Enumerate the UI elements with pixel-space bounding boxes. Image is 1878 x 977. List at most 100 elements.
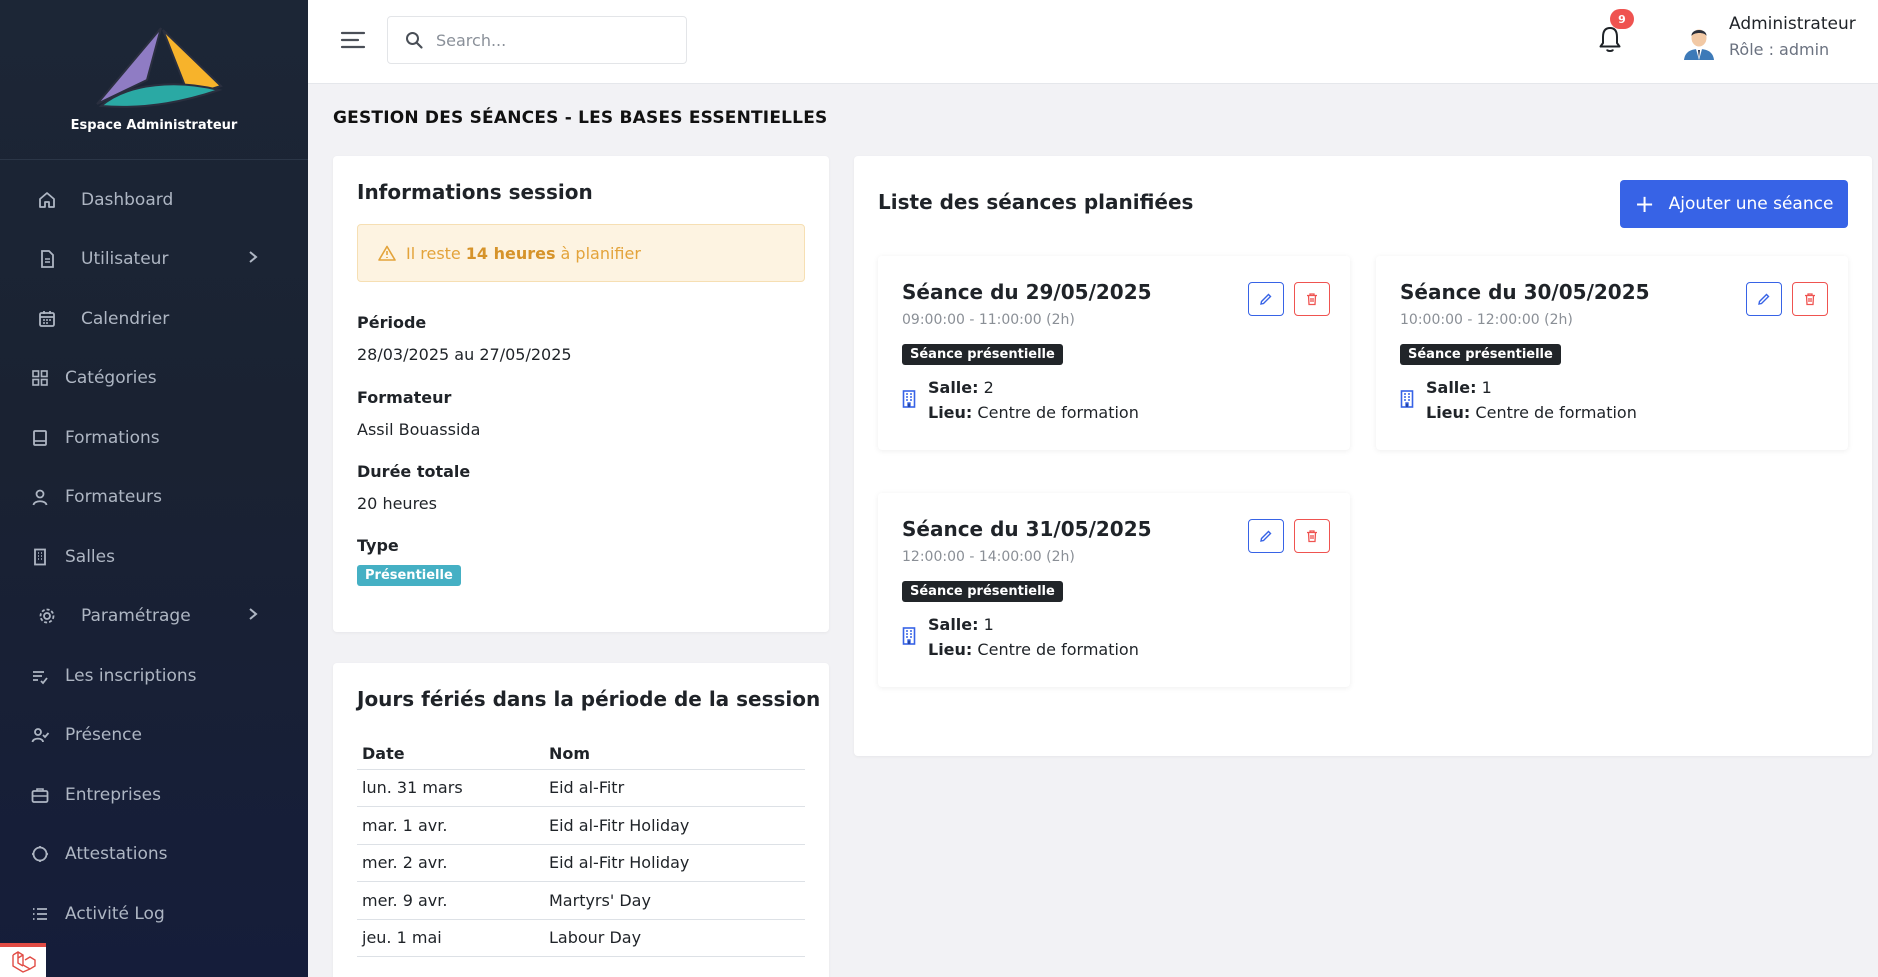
seance-card: Séance du 31/05/2025 12:00:00 - 14:00:00… xyxy=(878,493,1350,687)
sidebar-item-dashboard[interactable]: Dashboard xyxy=(0,170,308,230)
table-header-row: Date Nom xyxy=(357,739,805,770)
remaining-hours-alert: Il reste 14 heures à planifier xyxy=(357,224,805,282)
sidebar-item-utilisateur[interactable]: Utilisateur xyxy=(0,230,308,290)
add-seance-label: Ajouter une séance xyxy=(1668,194,1834,214)
seance-type-badge: Séance présentielle xyxy=(902,344,1063,365)
search-icon xyxy=(404,30,424,50)
sidebar-item-formateurs[interactable]: Formateurs xyxy=(0,468,308,528)
holiday-name: Labour Day xyxy=(544,919,805,957)
add-seance-button[interactable]: + Ajouter une séance xyxy=(1620,180,1848,228)
pencil-icon xyxy=(1260,530,1272,542)
holiday-date: jeu. 1 mai xyxy=(357,919,544,957)
building-icon xyxy=(30,547,50,567)
avatar[interactable] xyxy=(1678,20,1720,62)
delete-seance-button[interactable] xyxy=(1792,282,1828,316)
trash-icon xyxy=(1307,293,1317,306)
salle-value: 1 xyxy=(1481,378,1492,397)
salle-value: 1 xyxy=(983,615,994,634)
session-info-card: Informations session Il reste 14 heures … xyxy=(333,156,829,632)
pencil-icon xyxy=(1260,293,1272,305)
laravel-debugbar-icon[interactable] xyxy=(0,943,46,977)
holidays-card: Jours fériés dans la période de la sessi… xyxy=(333,663,829,977)
table-row: mar. 1 avr. Eid al-Fitr Holiday xyxy=(357,806,805,845)
building-icon xyxy=(902,390,916,412)
delete-seance-button[interactable] xyxy=(1294,519,1330,553)
seance-time: 10:00:00 - 12:00:00 (2h) xyxy=(1400,312,1573,328)
plus-icon: + xyxy=(1634,190,1655,218)
sidebar-item-label: Dashboard xyxy=(81,189,174,210)
holiday-date: lun. 31 mars xyxy=(357,769,544,807)
holiday-name: Eid al-Fitr xyxy=(544,769,805,807)
sidebar-item-calendrier[interactable]: Calendrier xyxy=(0,289,308,349)
alert-highlight: 14 heures xyxy=(465,243,556,263)
seance-salle: Salle: 1 xyxy=(1426,378,1492,397)
sidebar-item-salles[interactable]: Salles xyxy=(0,527,308,587)
lieu-label: Lieu: xyxy=(928,640,973,659)
badge-icon xyxy=(30,844,50,864)
seance-time: 12:00:00 - 14:00:00 (2h) xyxy=(902,549,1075,565)
calendar-icon xyxy=(37,309,57,329)
sidebar-item-label: Entreprises xyxy=(65,784,161,805)
sidebar-item-label: Salles xyxy=(65,546,115,567)
sidebar-item-label: Catégories xyxy=(65,368,157,389)
menu-toggle-icon[interactable] xyxy=(340,28,368,52)
sidebar-item-entreprises[interactable]: Entreprises xyxy=(0,765,308,825)
seance-time: 09:00:00 - 11:00:00 (2h) xyxy=(902,312,1075,328)
sidebar-item-parametrage[interactable]: Paramétrage xyxy=(0,587,308,647)
type-label: Type xyxy=(357,536,399,555)
seances-card: Liste des séances planifiées + Ajouter u… xyxy=(854,156,1872,756)
brand: Espace Administrateur xyxy=(0,0,308,160)
chevron-right-icon xyxy=(248,606,258,626)
seance-title: Séance du 30/05/2025 xyxy=(1400,280,1650,304)
sidebar-item-categories[interactable]: Catégories xyxy=(0,349,308,409)
seance-type-badge: Séance présentielle xyxy=(902,581,1063,602)
sidebar-item-label: Utilisateur xyxy=(81,249,169,270)
sidebar-item-label: Formations xyxy=(65,427,160,448)
user-check-icon xyxy=(30,725,50,745)
sidebar-item-formations[interactable]: Formations xyxy=(0,408,308,468)
seance-card: Séance du 29/05/2025 09:00:00 - 11:00:00… xyxy=(878,256,1350,450)
sidebar-item-label: Paramétrage xyxy=(81,606,191,627)
holiday-date: mer. 2 avr. xyxy=(357,844,544,882)
holidays-table: Date Nom lun. 31 mars Eid al-Fitr mar. 1… xyxy=(357,739,805,957)
salle-label: Salle: xyxy=(1426,378,1477,397)
book-icon xyxy=(30,428,50,448)
sidebar-item-presence[interactable]: Présence xyxy=(0,706,308,766)
seance-salle: Salle: 1 xyxy=(928,615,994,634)
grid-icon xyxy=(30,368,50,388)
formateur-value: Assil Bouassida xyxy=(357,420,481,439)
periode-label: Période xyxy=(357,313,427,332)
holiday-date: mer. 9 avr. xyxy=(357,881,544,920)
alert-suffix: à planifier xyxy=(560,243,641,263)
sidebar-item-label: Formateurs xyxy=(65,487,162,508)
list-check-icon xyxy=(30,666,50,686)
delete-seance-button[interactable] xyxy=(1294,282,1330,316)
gear-icon xyxy=(37,606,57,626)
search-input[interactable] xyxy=(436,30,666,50)
salle-value: 2 xyxy=(983,378,994,397)
notification-count-badge: 9 xyxy=(1610,9,1634,29)
duree-value: 20 heures xyxy=(357,494,437,513)
holiday-name: Eid al-Fitr Holiday xyxy=(544,806,805,845)
sidebar-item-activite-log[interactable]: Activité Log xyxy=(0,884,308,944)
table-row: mer. 2 avr. Eid al-Fitr Holiday xyxy=(357,844,805,882)
sidebar-item-inscriptions[interactable]: Les inscriptions xyxy=(0,646,308,706)
sidebar-item-attestations[interactable]: Attestations xyxy=(0,825,308,885)
edit-seance-button[interactable] xyxy=(1248,282,1284,316)
trash-icon xyxy=(1307,530,1317,543)
user-role: Rôle : admin xyxy=(1729,40,1830,59)
periode-value: 28/03/2025 au 27/05/2025 xyxy=(357,345,572,364)
seance-card: Séance du 30/05/2025 10:00:00 - 12:00:00… xyxy=(1376,256,1848,450)
table-row: jeu. 1 mai Labour Day xyxy=(357,919,805,957)
duree-label: Durée totale xyxy=(357,462,471,481)
lieu-label: Lieu: xyxy=(928,403,973,422)
sidebar-item-label: Calendrier xyxy=(81,308,170,329)
sidebar-nav: Dashboard Utilisateur Calendrier Catégor… xyxy=(0,160,308,944)
seance-lieu: Lieu: Centre de formation xyxy=(928,403,1139,422)
sidebar-item-label: Les inscriptions xyxy=(65,665,197,686)
edit-seance-button[interactable] xyxy=(1746,282,1782,316)
holidays-title: Jours fériés dans la période de la sessi… xyxy=(357,687,821,711)
edit-seance-button[interactable] xyxy=(1248,519,1284,553)
document-icon xyxy=(37,249,57,269)
sidebar-item-label: Présence xyxy=(65,725,142,746)
